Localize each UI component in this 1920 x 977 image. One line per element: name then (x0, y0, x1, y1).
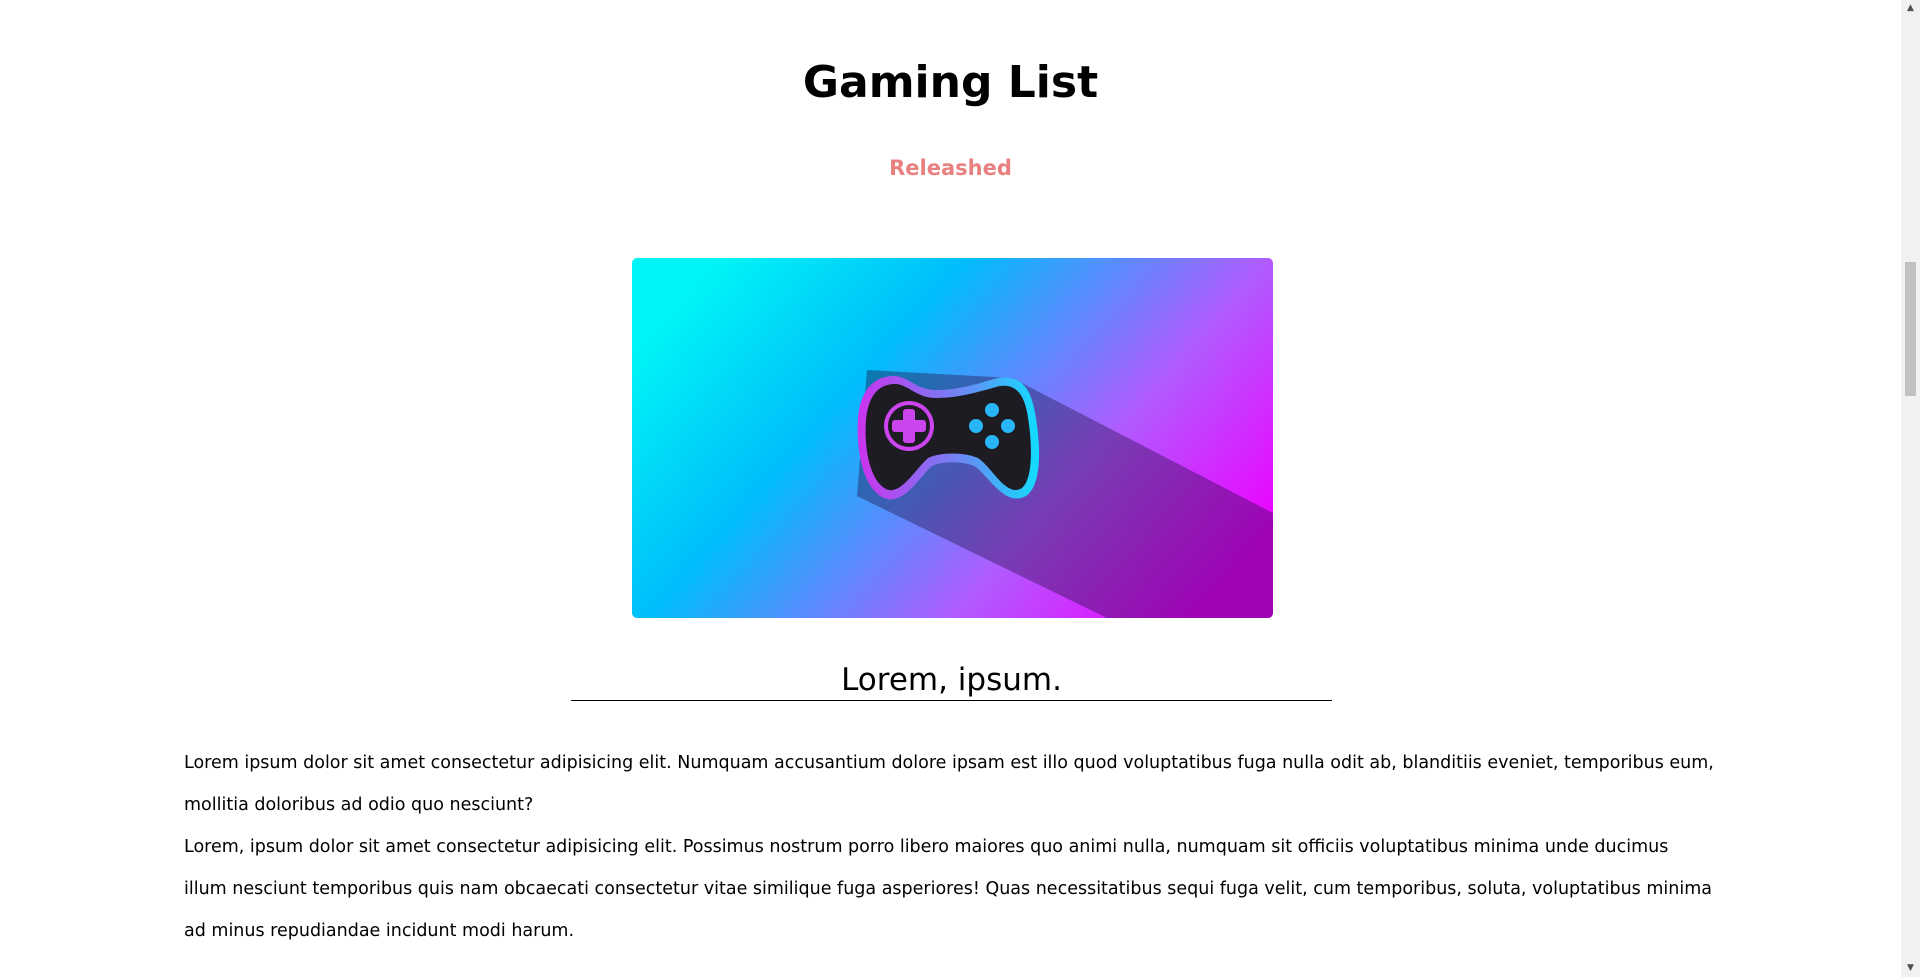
status-label: Releashed (889, 156, 1012, 180)
page: Gaming List Releashed Lorem, ipsum. Lore… (0, 0, 1901, 977)
arrow-down-icon[interactable]: ▼ (1901, 960, 1920, 977)
section-heading: Lorem, ipsum. (571, 660, 1332, 701)
vertical-scrollbar[interactable]: ▲ ▼ (1901, 0, 1920, 977)
arrow-up-icon[interactable]: ▲ (1901, 0, 1920, 17)
hero-image (632, 258, 1273, 618)
article-body: Lorem ipsum dolor sit amet consectetur a… (184, 742, 1714, 952)
page-title: Gaming List (802, 57, 1099, 108)
scrollbar-thumb[interactable] (1905, 262, 1916, 396)
paragraph: Lorem ipsum dolor sit amet consectetur a… (184, 753, 1714, 815)
paragraph: Lorem, ipsum dolor sit amet consectetur … (184, 837, 1712, 941)
